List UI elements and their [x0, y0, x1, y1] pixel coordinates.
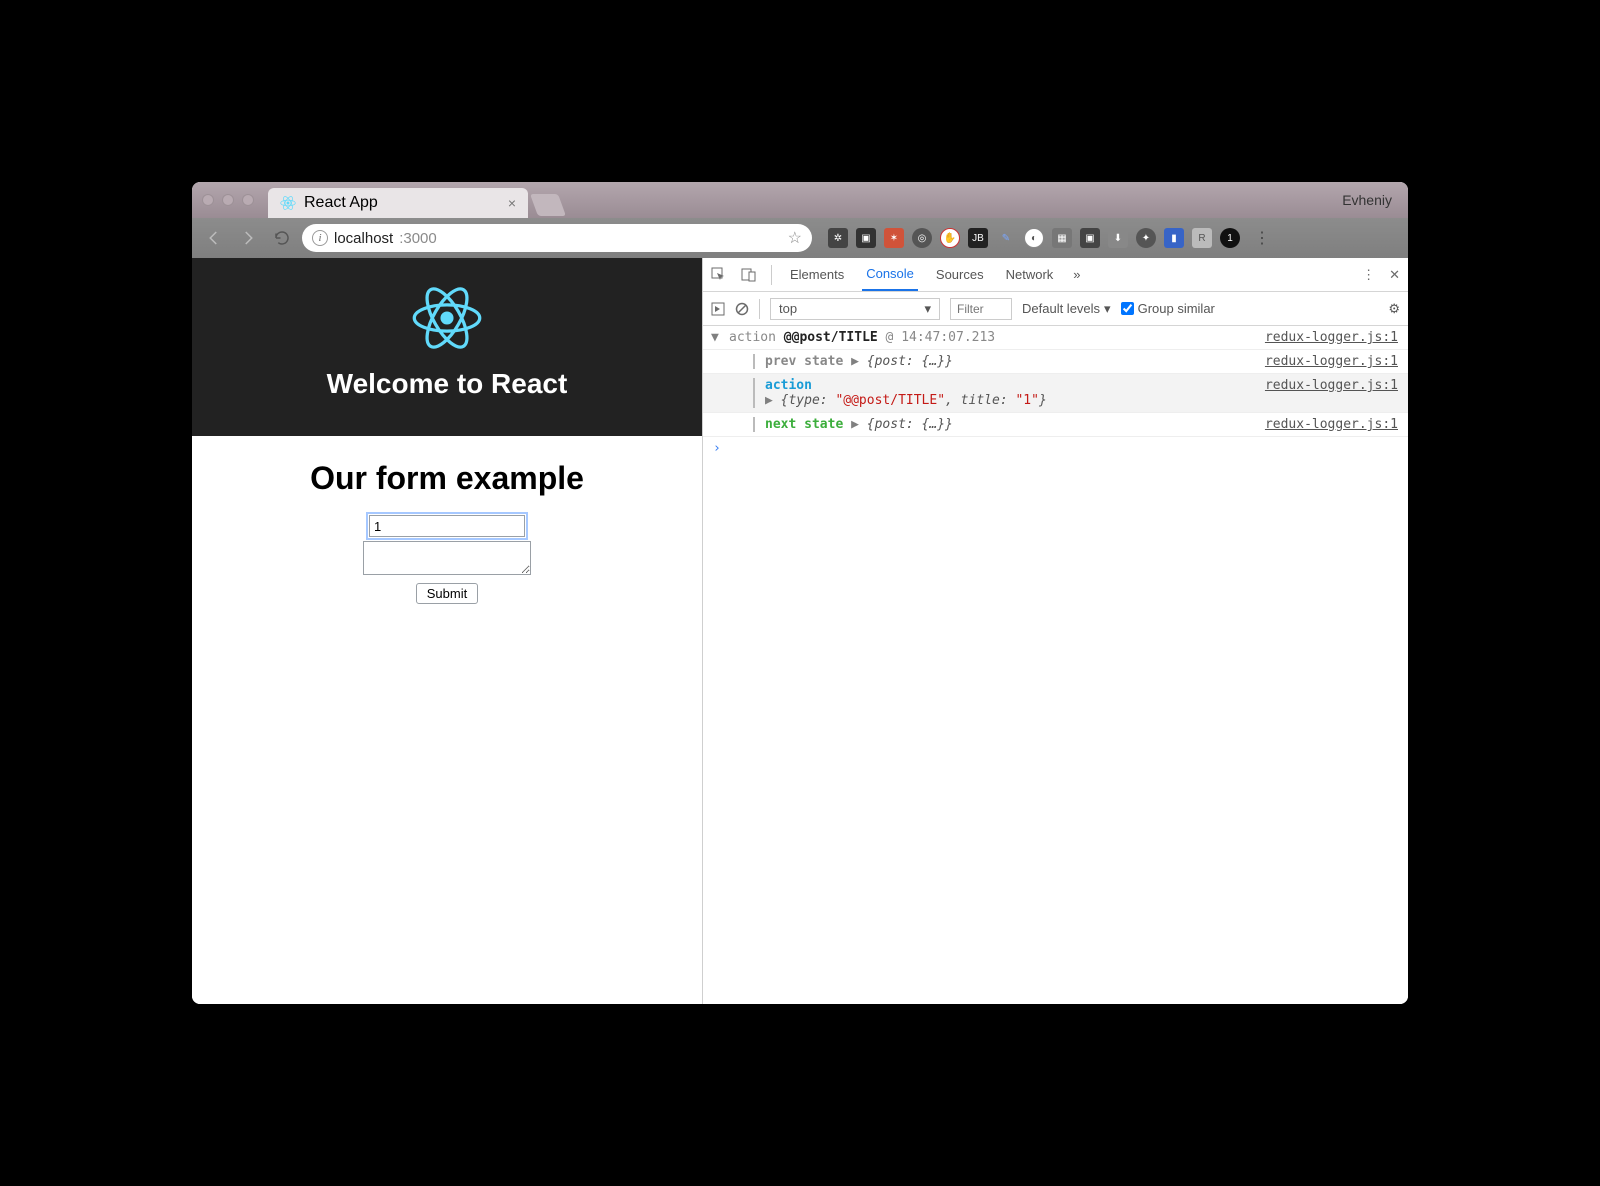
menu-button[interactable]: ⋮ [1254, 228, 1270, 248]
console-prompt[interactable]: › [703, 437, 1408, 460]
profile-name[interactable]: Evheniy [1342, 192, 1398, 208]
titlebar: React App × Evheniy [192, 182, 1408, 218]
hero-title: Welcome to React [192, 368, 702, 400]
traffic-lights[interactable] [202, 194, 254, 206]
form-heading: Our form example [192, 460, 702, 497]
extension-icon[interactable]: ▣ [1080, 228, 1100, 248]
source-link[interactable]: redux-logger.js:1 [1265, 417, 1398, 432]
extension-icon[interactable]: 1 [1220, 228, 1240, 248]
log-row[interactable]: action ▶ {type: "@@post/TITLE", title: "… [703, 374, 1408, 413]
extension-icon[interactable]: ◐ [1024, 228, 1044, 248]
expand-icon[interactable]: ▶ [851, 417, 859, 432]
browser-tab[interactable]: React App × [268, 188, 528, 218]
extension-icon[interactable]: R [1192, 228, 1212, 248]
arrow-right-icon [239, 229, 257, 247]
content-area: Welcome to React Our form example Submit… [192, 258, 1408, 1004]
devtools-close-icon[interactable]: ✕ [1389, 267, 1400, 283]
context-selector[interactable]: top ▾ [770, 298, 940, 320]
back-button[interactable] [200, 224, 228, 252]
log-row[interactable]: prev state ▶ {post: {…}} redux-logger.js… [703, 350, 1408, 374]
arrow-left-icon [205, 229, 223, 247]
context-value: top [779, 301, 797, 316]
clear-console-icon[interactable] [735, 302, 749, 316]
extension-icon[interactable]: ◎ [912, 228, 932, 248]
tab-title: React App [304, 194, 378, 212]
tab-elements[interactable]: Elements [786, 259, 848, 290]
submit-button[interactable]: Submit [416, 583, 478, 604]
close-tab-icon[interactable]: × [508, 195, 516, 211]
new-tab-button[interactable] [530, 194, 566, 216]
browser-window: React App × Evheniy i localhost :3000 ☆ ✲… [192, 182, 1408, 1004]
source-link[interactable]: redux-logger.js:1 [1265, 354, 1398, 369]
tab-network[interactable]: Network [1002, 259, 1058, 290]
extension-icons: ✲ ▣ ✶ ◎ ✋ JB ✎ ◐ ▦ ▣ ⬇ ✦ ▮ R 1 [828, 228, 1240, 248]
inspect-icon[interactable] [711, 267, 727, 283]
device-toggle-icon[interactable] [741, 267, 757, 283]
console-settings-icon[interactable]: ⚙ [1388, 301, 1400, 317]
expand-icon[interactable]: ▶ [851, 354, 859, 369]
url-host: localhost [334, 230, 393, 247]
group-similar-checkbox[interactable]: Group similar [1121, 301, 1215, 316]
devtools-panel: Elements Console Sources Network » ⋮ ✕ [702, 258, 1408, 1004]
react-icon [280, 195, 296, 211]
maximize-window-icon[interactable] [242, 194, 254, 206]
source-link[interactable]: redux-logger.js:1 [1265, 330, 1398, 345]
extension-icon[interactable]: ▦ [1052, 228, 1072, 248]
extension-icon[interactable]: JB [968, 228, 988, 248]
extension-icon[interactable]: ✦ [1136, 228, 1156, 248]
expand-icon[interactable]: ▼ [711, 330, 723, 345]
reload-button[interactable] [268, 224, 296, 252]
site-info-icon[interactable]: i [312, 230, 328, 246]
form-section: Our form example Submit [192, 436, 702, 628]
close-window-icon[interactable] [202, 194, 214, 206]
tab-console[interactable]: Console [862, 258, 918, 291]
extension-icon[interactable]: ✲ [828, 228, 848, 248]
console-output: ▼ action @@post/TITLE @ 14:47:07.213 red… [703, 326, 1408, 460]
forward-button[interactable] [234, 224, 262, 252]
console-sidebar-icon[interactable] [711, 302, 725, 316]
tab-sources[interactable]: Sources [932, 259, 988, 290]
react-logo-icon [411, 282, 483, 354]
more-tabs-icon[interactable]: » [1073, 267, 1080, 282]
log-levels[interactable]: Default levels▾ [1022, 301, 1111, 317]
source-link[interactable]: redux-logger.js:1 [1265, 378, 1398, 393]
body-textarea[interactable] [363, 541, 531, 575]
app-header: Welcome to React [192, 258, 702, 436]
extension-icon[interactable]: ▣ [856, 228, 876, 248]
chevron-down-icon: ▾ [1104, 301, 1111, 317]
title-input[interactable] [369, 515, 525, 537]
console-toolbar: top ▾ Default levels▾ Group similar ⚙ [703, 292, 1408, 326]
extension-icon[interactable]: ✶ [884, 228, 904, 248]
reload-icon [273, 229, 291, 247]
devtools-tabs: Elements Console Sources Network » ⋮ ✕ [703, 258, 1408, 292]
extension-icon[interactable]: ⬇ [1108, 228, 1128, 248]
expand-icon[interactable]: ▶ [765, 393, 773, 408]
filter-input[interactable] [950, 298, 1012, 320]
devtools-menu-icon[interactable]: ⋮ [1362, 267, 1375, 283]
chevron-down-icon: ▾ [924, 301, 931, 317]
bookmark-icon[interactable]: ☆ [788, 228, 802, 248]
toolbar: i localhost :3000 ☆ ✲ ▣ ✶ ◎ ✋ JB ✎ ◐ ▦ ▣ … [192, 218, 1408, 258]
extension-icon[interactable]: ✋ [940, 228, 960, 248]
address-bar[interactable]: i localhost :3000 ☆ [302, 224, 812, 252]
log-row[interactable]: ▼ action @@post/TITLE @ 14:47:07.213 red… [703, 326, 1408, 350]
extension-icon[interactable]: ▮ [1164, 228, 1184, 248]
extension-icon[interactable]: ✎ [996, 228, 1016, 248]
minimize-window-icon[interactable] [222, 194, 234, 206]
app-page: Welcome to React Our form example Submit [192, 258, 702, 1004]
url-port: :3000 [399, 230, 437, 247]
log-row[interactable]: next state ▶ {post: {…}} redux-logger.js… [703, 413, 1408, 437]
